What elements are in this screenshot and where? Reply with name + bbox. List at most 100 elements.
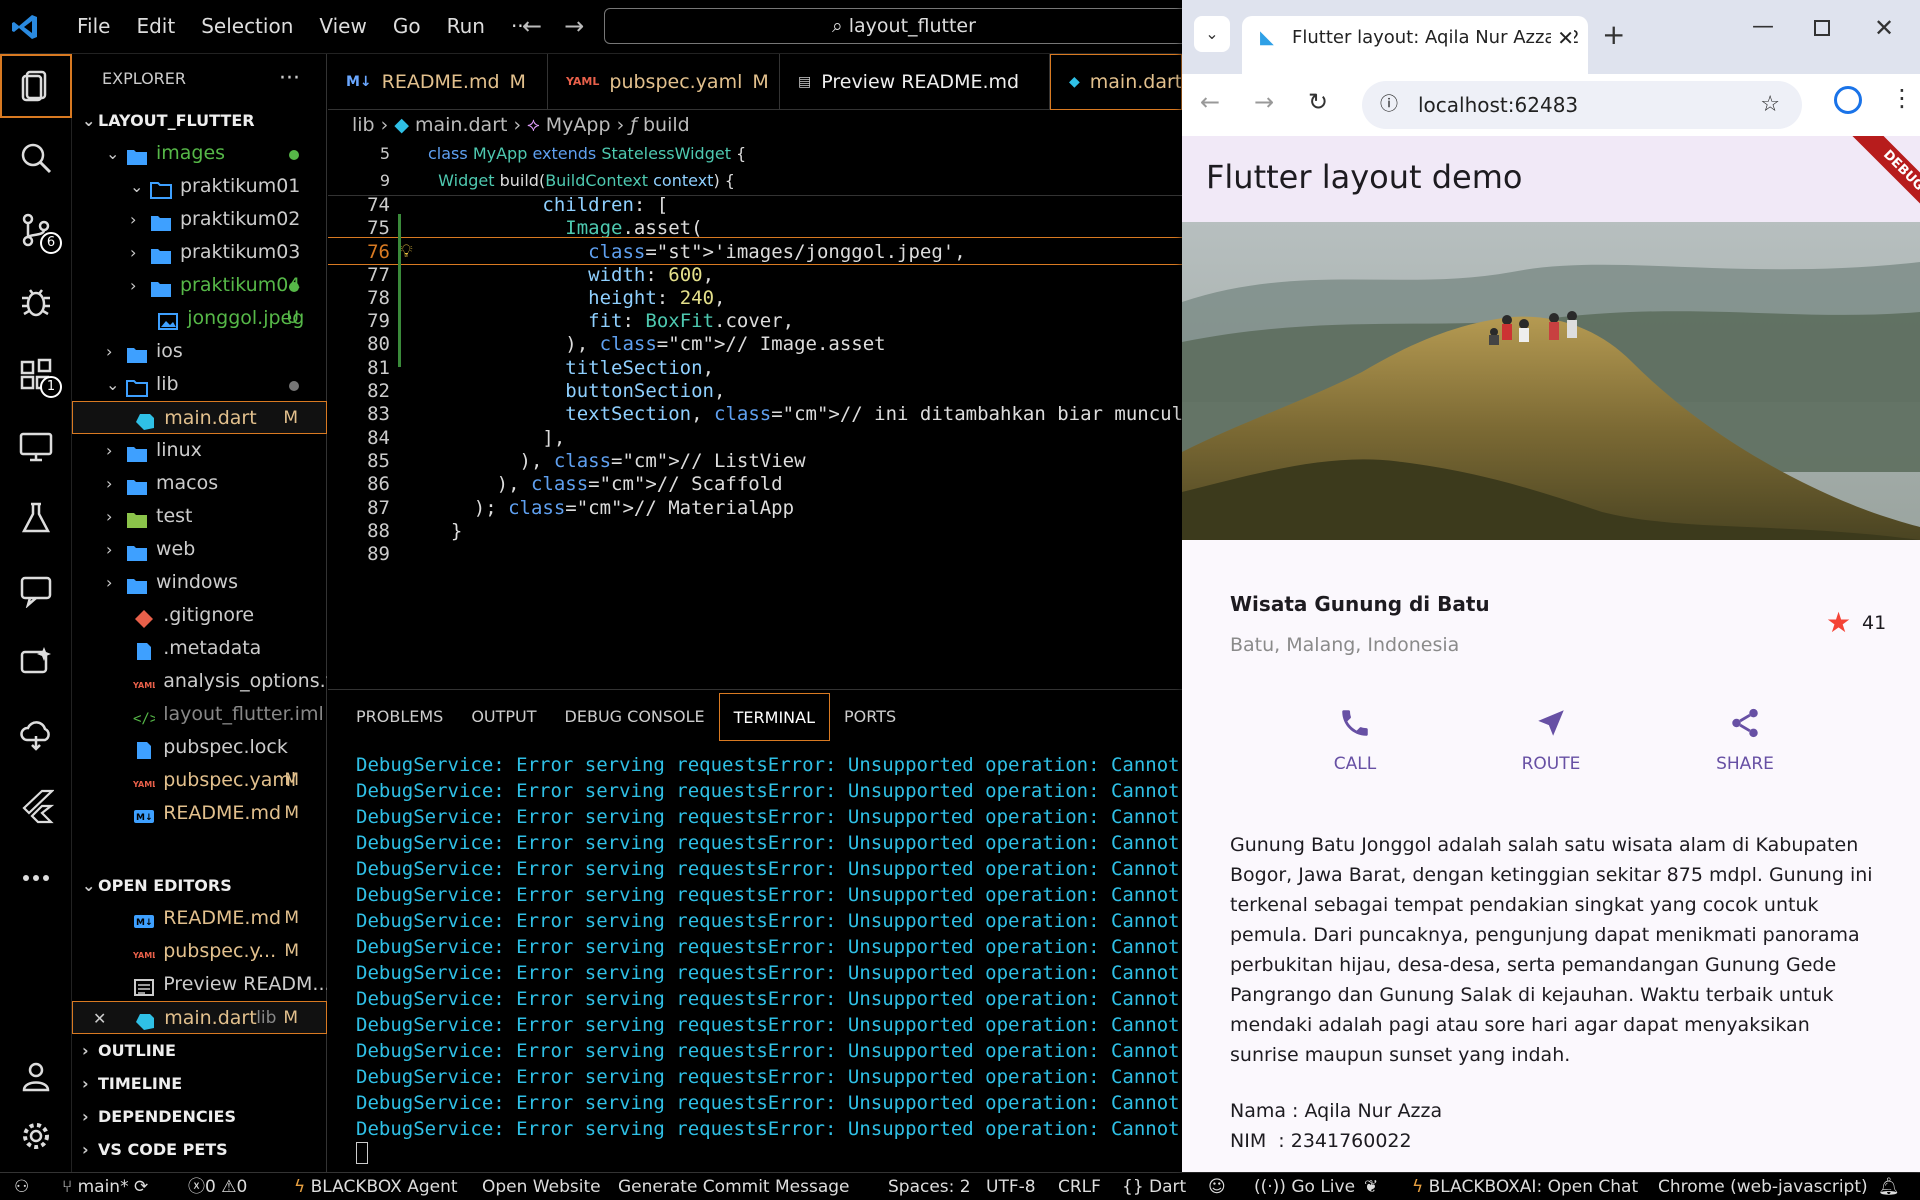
flutter-icon[interactable]: [0, 774, 72, 838]
tab-readme[interactable]: M↓ README.md M: [328, 54, 548, 110]
ai-agent-icon[interactable]: [0, 630, 72, 694]
reload-icon[interactable]: ↻: [1308, 88, 1328, 116]
command-center-search[interactable]: ⌕ layout_flutter: [604, 8, 1204, 44]
chevron-right-icon[interactable]: ›: [130, 269, 144, 302]
timeline-section[interactable]: › TIMELINE: [72, 1067, 327, 1100]
file-jonggol-jpeg[interactable]: jonggol.jpeg U: [72, 302, 327, 335]
account-icon[interactable]: [0, 1044, 72, 1108]
file-pubspec-yaml[interactable]: YAML pubspec.yaml M: [72, 764, 327, 797]
tab-pubspec[interactable]: YAML pubspec.yaml M: [548, 54, 780, 110]
folder-test[interactable]: › test: [72, 500, 327, 533]
pets-icon[interactable]: ❦: [1364, 1173, 1378, 1200]
open-editor-readme[interactable]: M↓ README.md M: [72, 902, 327, 935]
tab-problems[interactable]: PROBLEMS: [342, 693, 457, 741]
chevron-down-icon[interactable]: ⌄: [82, 104, 96, 137]
chevron-right-icon[interactable]: ›: [106, 533, 120, 566]
chevron-down-icon[interactable]: ⌄: [82, 869, 96, 902]
open-editors-section[interactable]: ⌄ OPEN EDITORS: [72, 869, 327, 902]
chevron-down-icon[interactable]: ⌄: [130, 170, 144, 203]
route-button[interactable]: ROUTE: [1496, 706, 1606, 786]
folder-praktikum01[interactable]: ⌄ praktikum01: [72, 170, 327, 203]
chat-icon[interactable]: [0, 558, 72, 622]
folder-lib[interactable]: ⌄ lib: [72, 368, 327, 401]
notifications-bell-icon[interactable]: 🔔︎: [1878, 1173, 1900, 1200]
bookmark-star-icon[interactable]: ☆: [1760, 81, 1780, 129]
code-editor[interactable]: 72 ), class="cm">// AppBar73 body: ListV…: [328, 140, 1275, 689]
close-tab-icon[interactable]: ✕: [1551, 16, 1574, 60]
forward-arrow-icon[interactable]: →: [564, 12, 584, 40]
chevron-right-icon[interactable]: ›: [106, 335, 120, 368]
breadcrumb-function[interactable]: build: [643, 114, 690, 136]
menu-view[interactable]: View: [306, 12, 379, 40]
chevron-right-icon[interactable]: ›: [82, 1067, 96, 1100]
open-editor-preview[interactable]: Preview READM...: [72, 968, 327, 1001]
settings-gear-icon[interactable]: [0, 1104, 72, 1168]
open-website[interactable]: Open Website: [482, 1173, 601, 1200]
folder-windows[interactable]: › windows: [72, 566, 327, 599]
explorer-icon[interactable]: [0, 54, 72, 118]
address-bar[interactable]: ⓘ localhost:62483 ☆: [1362, 81, 1802, 129]
device-selector[interactable]: Chrome (web-javascript): [1658, 1173, 1868, 1200]
tab-main-dart[interactable]: ◆ main.dart: [1050, 54, 1182, 110]
window-close-icon[interactable]: ✕: [1874, 14, 1894, 42]
encoding[interactable]: UTF-8: [986, 1173, 1036, 1200]
tab-debug-console[interactable]: DEBUG CONSOLE: [551, 693, 719, 741]
forward-icon[interactable]: →: [1254, 88, 1274, 116]
go-live[interactable]: ((·)) Go Live: [1254, 1173, 1355, 1200]
chevron-right-icon[interactable]: ›: [130, 236, 144, 269]
chevron-right-icon[interactable]: ›: [130, 203, 144, 236]
folder-macos[interactable]: › macos: [72, 467, 327, 500]
remote-icon[interactable]: ⚇: [14, 1173, 29, 1200]
profile-icon[interactable]: [1834, 86, 1862, 114]
chevron-right-icon[interactable]: ›: [106, 500, 120, 533]
file-layout-flutter-iml[interactable]: </> layout_flutter.iml: [72, 698, 327, 731]
problems-item[interactable]: ⓧ0 ⚠0: [188, 1173, 247, 1200]
maximize-icon[interactable]: [1814, 20, 1830, 36]
outline-section[interactable]: › OUTLINE: [72, 1034, 327, 1067]
copilot-icon[interactable]: ☺: [1208, 1173, 1226, 1200]
breadcrumb-class[interactable]: MyApp: [546, 114, 611, 136]
folder-web[interactable]: › web: [72, 533, 327, 566]
back-arrow-icon[interactable]: ←: [522, 12, 542, 40]
chevron-right-icon[interactable]: ›: [106, 434, 120, 467]
chevron-right-icon[interactable]: ›: [106, 467, 120, 500]
terminal-output[interactable]: DebugService: Error serving requestsErro…: [356, 752, 1214, 1142]
tab-ports[interactable]: PORTS: [830, 693, 910, 741]
debug-icon[interactable]: [0, 270, 72, 334]
blackbox-agent[interactable]: ϟ BLACKBOX Agent: [294, 1173, 458, 1200]
site-info-icon[interactable]: ⓘ: [1380, 81, 1398, 129]
explorer-more-button[interactable]: ···: [279, 54, 300, 104]
file-main-dart[interactable]: main.dart M: [72, 401, 327, 434]
source-control-icon[interactable]: 6: [0, 198, 72, 262]
dependencies-section[interactable]: › DEPENDENCIES: [72, 1100, 327, 1133]
breadcrumb-lib[interactable]: lib: [352, 114, 375, 136]
folder-ios[interactable]: › ios: [72, 335, 327, 368]
menu-selection[interactable]: Selection: [188, 12, 306, 40]
extensions-icon[interactable]: 1: [0, 342, 72, 406]
tab-output[interactable]: OUTPUT: [457, 693, 550, 741]
line-ending[interactable]: CRLF: [1058, 1173, 1101, 1200]
folder-praktikum02[interactable]: › praktikum02: [72, 203, 327, 236]
close-editor-icon[interactable]: ✕: [93, 1002, 107, 1033]
chevron-right-icon[interactable]: ›: [106, 566, 120, 599]
search-icon[interactable]: [0, 126, 72, 190]
more-views-icon[interactable]: [0, 846, 72, 910]
open-editor-pubspec[interactable]: YAML pubspec.y... M: [72, 935, 327, 968]
project-root[interactable]: ⌄ LAYOUT_FLUTTER: [72, 104, 327, 137]
new-tab-icon[interactable]: +: [1602, 18, 1625, 51]
folder-praktikum03[interactable]: › praktikum03: [72, 236, 327, 269]
minimize-icon[interactable]: —: [1752, 14, 1774, 39]
chevron-down-icon[interactable]: ⌄: [106, 368, 120, 401]
folder-images[interactable]: ⌄ images: [72, 137, 327, 170]
file-analysis-options[interactable]: YAML analysis_options.y...: [72, 665, 327, 698]
menu-run[interactable]: Run: [434, 12, 498, 40]
generate-commit[interactable]: Generate Commit Message: [618, 1173, 850, 1200]
file-metadata[interactable]: .metadata: [72, 632, 327, 665]
file-gitignore[interactable]: .gitignore: [72, 599, 327, 632]
sticky-line[interactable]: 9 Widget build(BuildContext context) {: [328, 167, 1182, 195]
code-line[interactable]: 89: [328, 540, 1182, 568]
tab-search-chevron-icon[interactable]: ⌄: [1194, 16, 1230, 52]
chevron-down-icon[interactable]: ⌄: [106, 137, 120, 170]
breadcrumb-file[interactable]: main.dart: [415, 114, 507, 136]
vscode-pets-section[interactable]: › VS CODE PETS: [72, 1133, 327, 1166]
